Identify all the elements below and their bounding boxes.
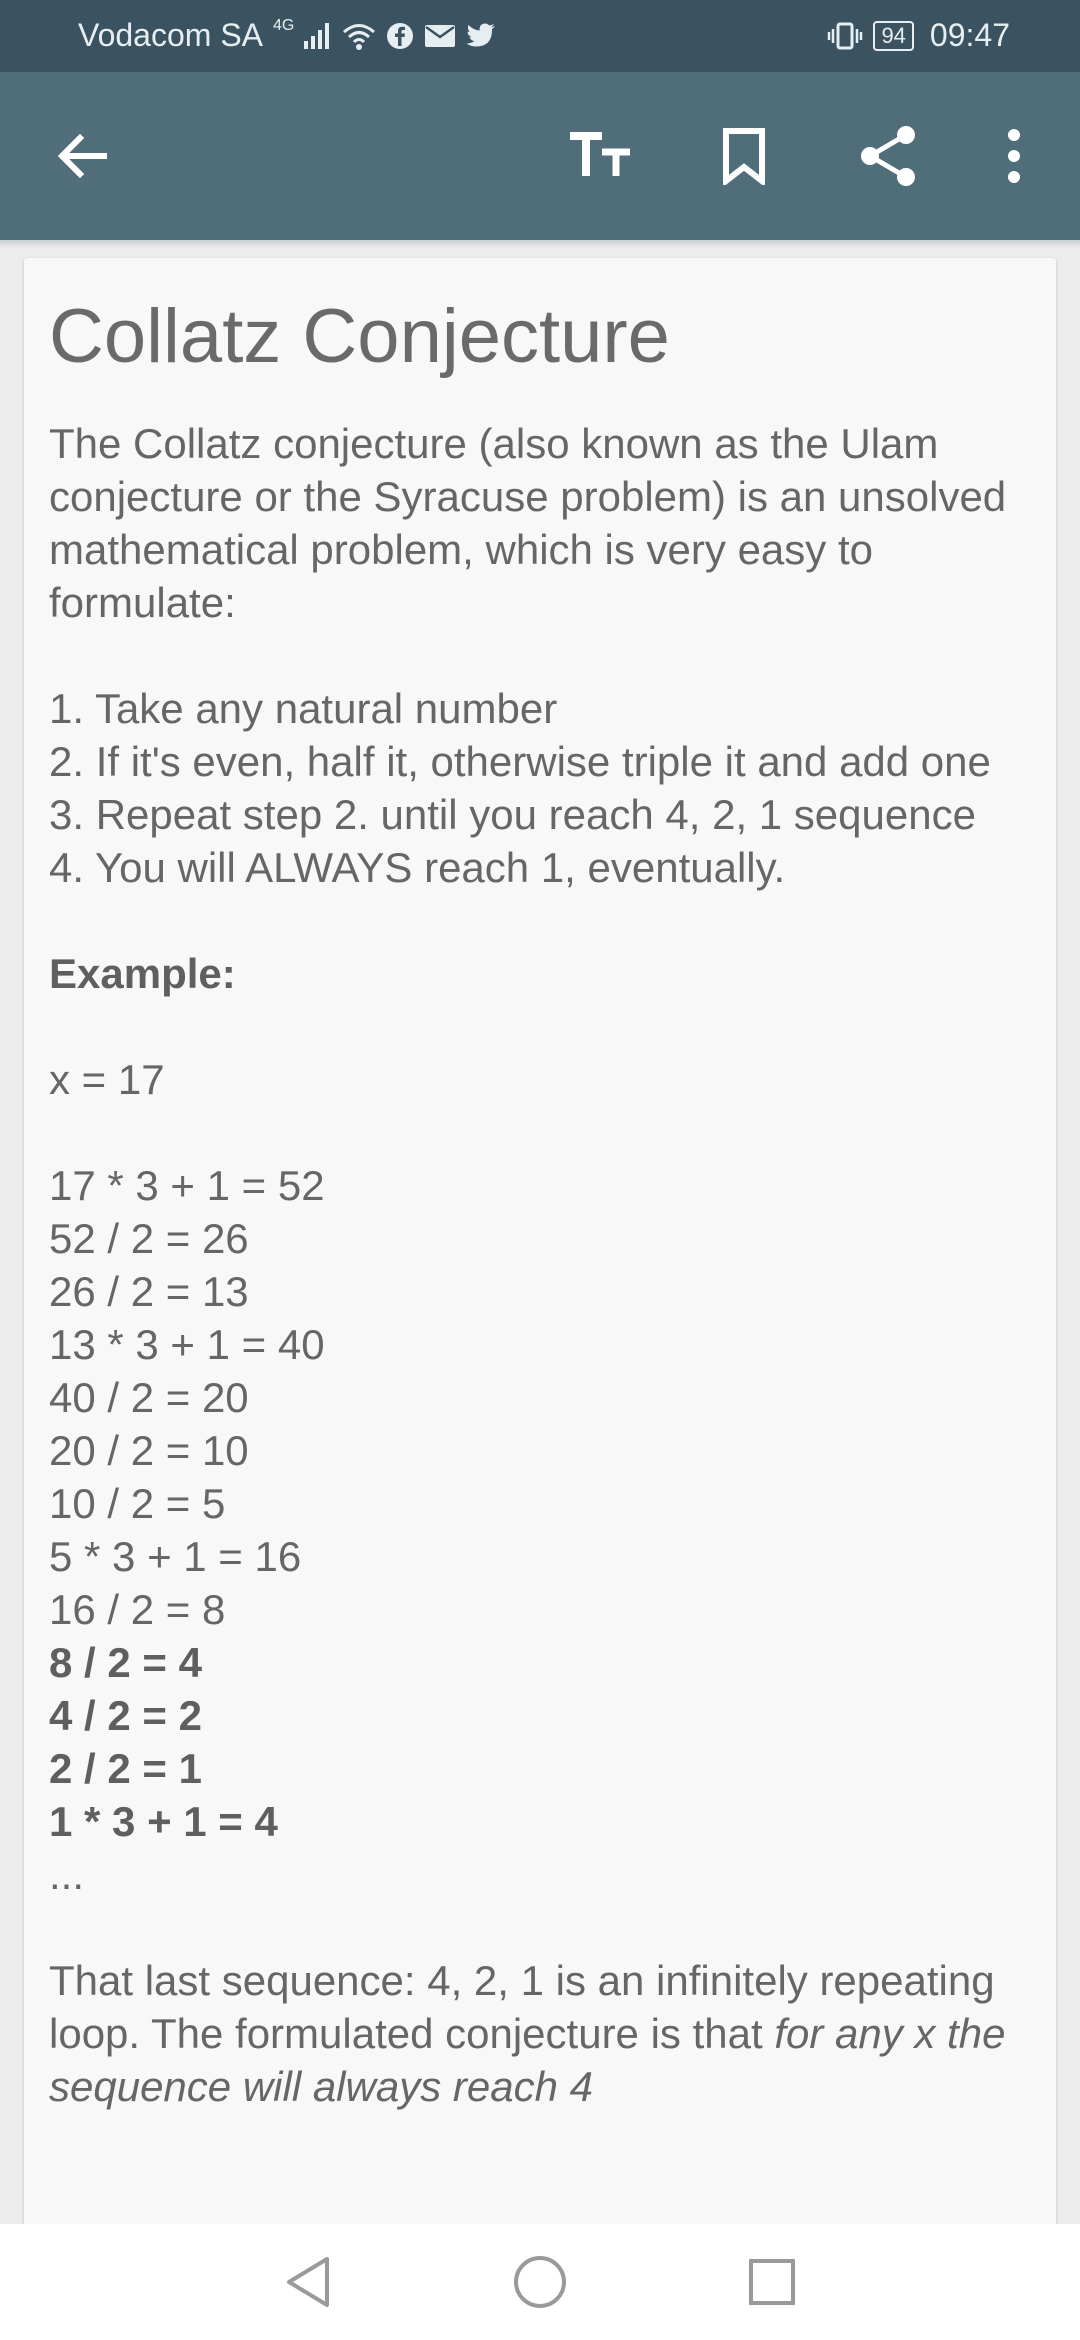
- status-left: Vodacom SA 4G: [78, 17, 496, 54]
- intro-paragraph: The Collatz conjecture (also known as th…: [49, 420, 1007, 626]
- network-type: 4G: [273, 16, 295, 34]
- calc-line: 20 / 2 = 10: [49, 1427, 249, 1474]
- home-circle-icon[interactable]: [508, 2250, 572, 2314]
- calc-line: 26 / 2 = 13: [49, 1268, 249, 1315]
- calc-line: 5 * 3 + 1 = 16: [49, 1533, 302, 1580]
- calc-line-bold: 1 * 3 + 1 = 4: [49, 1798, 278, 1845]
- back-triangle-icon[interactable]: [276, 2250, 340, 2314]
- facebook-icon: [386, 22, 414, 50]
- mail-icon: [424, 24, 456, 48]
- step-item: 1. Take any natural number: [49, 685, 558, 732]
- steps-list: 1. Take any natural number 2. If it's ev…: [49, 682, 1039, 894]
- calc-line-bold: 8 / 2 = 4: [49, 1639, 202, 1686]
- calc-line-bold: 2 / 2 = 1: [49, 1745, 202, 1792]
- vibrate-icon: [827, 21, 863, 51]
- status-right: 94 09:47: [827, 17, 1010, 54]
- back-arrow-icon[interactable]: [42, 116, 122, 196]
- step-item: 4. You will ALWAYS reach 1, eventually.: [49, 844, 786, 891]
- step-item: 2. If it's even, half it, otherwise trip…: [49, 738, 991, 785]
- signal-icon: [304, 22, 332, 49]
- share-icon[interactable]: [848, 116, 928, 196]
- recents-square-icon[interactable]: [740, 2250, 804, 2314]
- battery-indicator: 94: [873, 20, 914, 51]
- bookmark-icon[interactable]: [704, 116, 784, 196]
- x-definition: x = 17: [49, 1056, 165, 1103]
- calc-line: 40 / 2 = 20: [49, 1374, 249, 1421]
- article-title: Collatz Conjecture: [49, 294, 670, 379]
- twitter-icon: [466, 23, 496, 49]
- calc-list: 17 * 3 + 1 = 52 52 / 2 = 26 26 / 2 = 13 …: [49, 1159, 1039, 1901]
- calc-line: 10 / 2 = 5: [49, 1480, 226, 1527]
- step-item: 3. Repeat step 2. until you reach 4, 2, …: [49, 791, 976, 838]
- carrier-name: Vodacom SA: [78, 17, 263, 53]
- wifi-icon: [342, 22, 376, 50]
- clock: 09:47: [929, 17, 1010, 53]
- ellipsis: ...: [49, 1851, 85, 1898]
- more-vert-icon[interactable]: [974, 116, 1054, 196]
- conclusion-paragraph: That last sequence: 4, 2, 1 is an infini…: [49, 1954, 1039, 2113]
- app-bar-shadow: [0, 240, 1080, 248]
- status-bar: Vodacom SA 4G 94 09:47: [0, 0, 1080, 72]
- calc-line-bold: 4 / 2 = 2: [49, 1692, 202, 1739]
- text-size-icon[interactable]: [560, 116, 640, 196]
- calc-line: 13 * 3 + 1 = 40: [49, 1321, 325, 1368]
- article-content: Collatz Conjecture The Collatz conjectur…: [49, 285, 1039, 2113]
- calc-line: 52 / 2 = 26: [49, 1215, 249, 1262]
- example-label: Example:: [49, 950, 236, 997]
- calc-line: 17 * 3 + 1 = 52: [49, 1162, 325, 1209]
- calc-line: 16 / 2 = 8: [49, 1586, 226, 1633]
